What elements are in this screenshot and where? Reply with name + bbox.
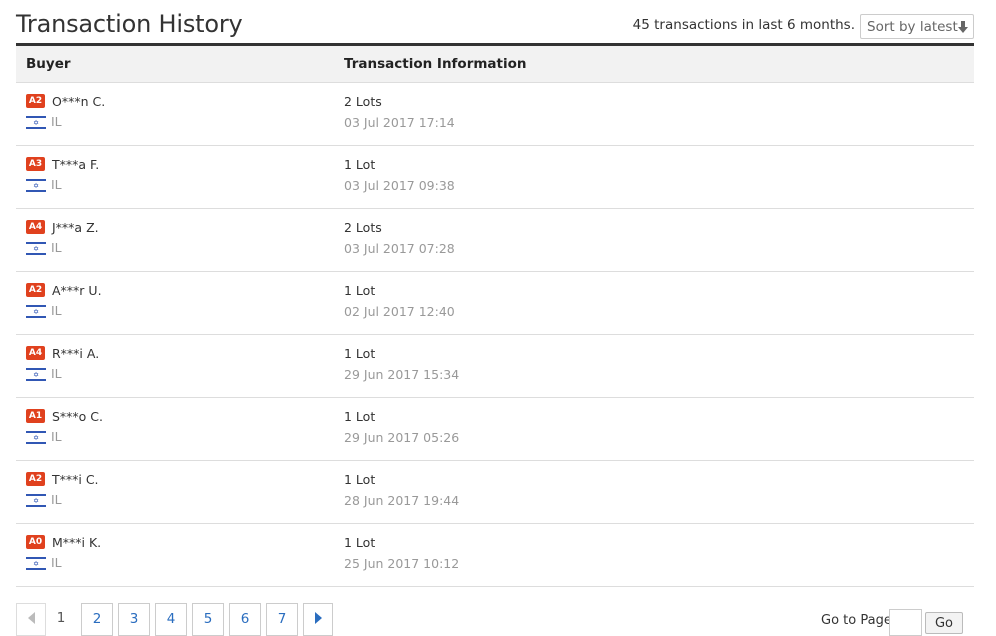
- page-link[interactable]: 5: [192, 603, 224, 636]
- transaction-date: 03 Jul 2017 09:38: [344, 178, 455, 193]
- table-row: A4 J***a Z. ✡ IL 2 Lots 03 Jul 2017 07:28: [16, 209, 974, 272]
- chevron-left-icon: [27, 612, 35, 624]
- transaction-date: 29 Jun 2017 05:26: [344, 430, 460, 445]
- pagination: 1 234567: [16, 603, 338, 636]
- transaction-date: 03 Jul 2017 07:28: [344, 241, 455, 256]
- buyer-country: IL: [51, 303, 62, 318]
- transaction-date: 29 Jun 2017 15:34: [344, 367, 460, 382]
- buyer-level-badge: A0: [26, 535, 45, 549]
- table-row: A2 A***r U. ✡ IL 1 Lot 02 Jul 2017 12:40: [16, 272, 974, 335]
- buyer-country: IL: [51, 555, 62, 570]
- israel-flag-icon: ✡: [26, 116, 46, 129]
- buyer-level-badge: A3: [26, 157, 45, 171]
- transaction-date: 25 Jun 2017 10:12: [344, 556, 460, 571]
- buyer-level-badge: A1: [26, 409, 45, 423]
- transaction-history-header: Transaction History 45 transactions in l…: [16, 10, 974, 46]
- transaction-date: 03 Jul 2017 17:14: [344, 115, 455, 130]
- buyer-country: IL: [51, 429, 62, 444]
- page-link[interactable]: 3: [118, 603, 150, 636]
- current-page: 1: [51, 603, 71, 636]
- buyer-name: A***r U.: [52, 283, 102, 298]
- buyer-level-badge: A4: [26, 220, 45, 234]
- buyer-name: R***i A.: [52, 346, 100, 361]
- buyer-country: IL: [51, 492, 62, 507]
- page-link[interactable]: 2: [81, 603, 113, 636]
- table-row: A2 O***n C. ✡ IL 2 Lots 03 Jul 2017 17:14: [16, 83, 974, 146]
- transaction-table: Buyer Transaction Information A2 O***n C.…: [16, 46, 974, 587]
- buyer-name: T***a F.: [52, 157, 100, 172]
- page-title: Transaction History: [16, 10, 243, 38]
- buyer-level-badge: A2: [26, 283, 45, 297]
- arrow-down-icon: [958, 21, 968, 33]
- page-link[interactable]: 6: [229, 603, 261, 636]
- buyer-name: O***n C.: [52, 94, 106, 109]
- buyer-name: J***a Z.: [52, 220, 99, 235]
- next-page-button[interactable]: [303, 603, 333, 636]
- buyer-country: IL: [51, 366, 62, 381]
- transaction-quantity: 1 Lot: [344, 157, 376, 172]
- buyer-name: S***o C.: [52, 409, 104, 424]
- israel-flag-icon: ✡: [26, 242, 46, 255]
- table-row: A0 M***i K. ✡ IL 1 Lot 25 Jun 2017 10:12: [16, 524, 974, 587]
- transaction-quantity: 1 Lot: [344, 283, 376, 298]
- table-row: A1 S***o C. ✡ IL 1 Lot 29 Jun 2017 05:26: [16, 398, 974, 461]
- transaction-quantity: 1 Lot: [344, 409, 376, 424]
- sort-button-label: Sort by latest: [867, 18, 958, 35]
- israel-flag-icon: ✡: [26, 431, 46, 444]
- table-row: A3 T***a F. ✡ IL 1 Lot 03 Jul 2017 09:38: [16, 146, 974, 209]
- israel-flag-icon: ✡: [26, 179, 46, 192]
- goto-page-input[interactable]: [889, 609, 922, 636]
- sort-button[interactable]: Sort by latest: [860, 14, 974, 39]
- transaction-quantity: 2 Lots: [344, 94, 382, 109]
- transaction-quantity: 1 Lot: [344, 346, 376, 361]
- table-body: A2 O***n C. ✡ IL 2 Lots 03 Jul 2017 17:14 A3 T*…: [16, 83, 974, 587]
- buyer-level-badge: A2: [26, 472, 45, 486]
- buyer-name: T***i C.: [52, 472, 99, 487]
- buyer-name: M***i K.: [52, 535, 102, 550]
- buyer-country: IL: [51, 240, 62, 255]
- column-header-buyer: Buyer: [26, 56, 71, 72]
- chevron-right-icon: [314, 612, 322, 624]
- buyer-level-badge: A2: [26, 94, 45, 108]
- israel-flag-icon: ✡: [26, 368, 46, 381]
- israel-flag-icon: ✡: [26, 494, 46, 507]
- prev-page-button[interactable]: [16, 603, 46, 636]
- transaction-date: 28 Jun 2017 19:44: [344, 493, 460, 508]
- page-link[interactable]: 7: [266, 603, 298, 636]
- transaction-quantity: 1 Lot: [344, 472, 376, 487]
- transaction-quantity: 1 Lot: [344, 535, 376, 550]
- buyer-country: IL: [51, 114, 62, 129]
- israel-flag-icon: ✡: [26, 305, 46, 318]
- israel-flag-icon: ✡: [26, 557, 46, 570]
- transaction-count-summary: 45 transactions in last 6 months.: [632, 17, 855, 33]
- goto-page-label: Go to Page: [821, 613, 892, 628]
- page-link[interactable]: 4: [155, 603, 187, 636]
- column-header-transaction-information: Transaction Information: [344, 56, 527, 72]
- buyer-country: IL: [51, 177, 62, 192]
- table-row: A2 T***i C. ✡ IL 1 Lot 28 Jun 2017 19:44: [16, 461, 974, 524]
- table-row: A4 R***i A. ✡ IL 1 Lot 29 Jun 2017 15:34: [16, 335, 974, 398]
- buyer-level-badge: A4: [26, 346, 45, 360]
- go-button[interactable]: Go: [925, 612, 963, 634]
- transaction-date: 02 Jul 2017 12:40: [344, 304, 455, 319]
- transaction-quantity: 2 Lots: [344, 220, 382, 235]
- table-header: Buyer Transaction Information: [16, 46, 974, 83]
